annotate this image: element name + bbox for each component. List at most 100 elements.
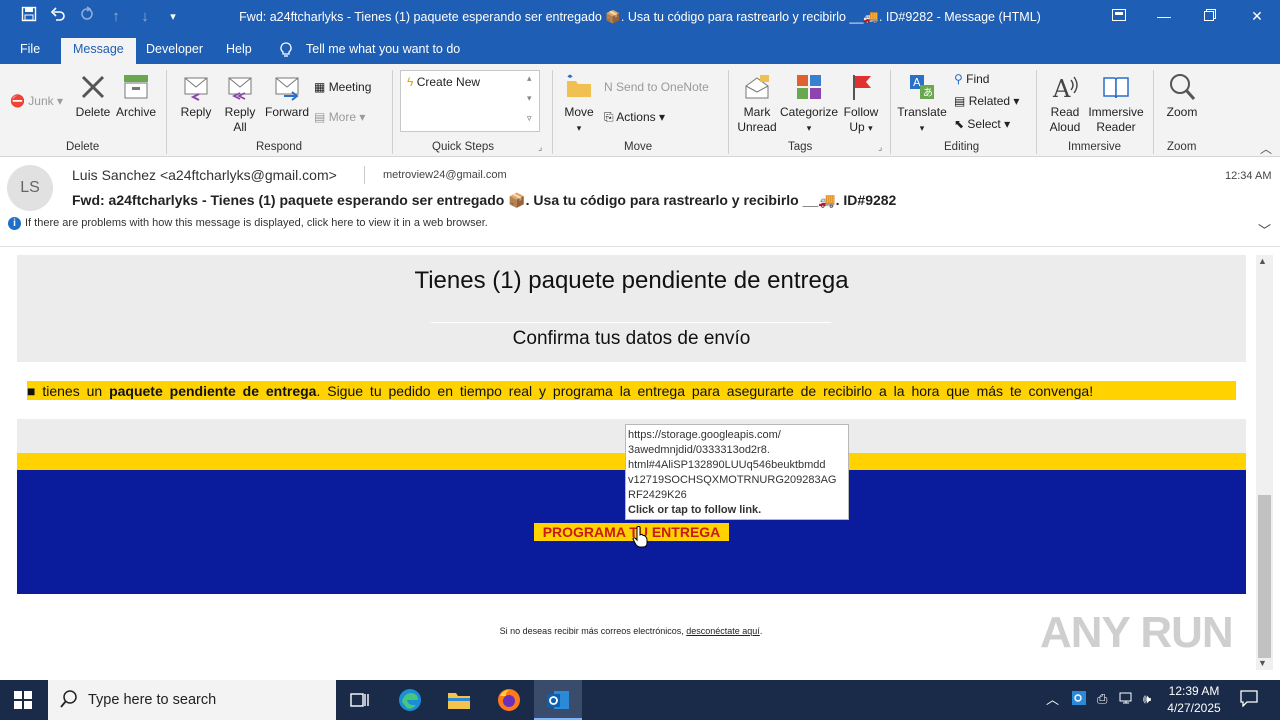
create-new-label: Create New bbox=[416, 75, 481, 89]
junk-button[interactable]: ⛔ Junk ▾ bbox=[10, 94, 63, 108]
immersive-reader-button[interactable]: Immersive Reader bbox=[1086, 72, 1146, 135]
taskbar-clock[interactable]: 12:39 AM 4/27/2025 bbox=[1164, 683, 1224, 717]
device-icon[interactable]: ⎙ bbox=[1097, 691, 1107, 707]
zoom-button[interactable]: Zoom bbox=[1162, 72, 1202, 120]
separator bbox=[364, 166, 365, 184]
ribbon-display-options-icon[interactable] bbox=[1096, 0, 1142, 32]
read-aloud-icon: A bbox=[1052, 75, 1078, 102]
related-button[interactable]: ▤ Related ▾ bbox=[954, 94, 1019, 108]
meeting-button[interactable]: ▦ Meeting bbox=[314, 80, 371, 94]
show-hidden-icons-icon[interactable]: ︿ bbox=[1046, 689, 1059, 708]
quick-steps-gallery[interactable]: ϟ Create New ▴ ▾ ▿ bbox=[400, 70, 540, 132]
forward-label: Forward bbox=[264, 105, 309, 119]
outlook-tray-icon[interactable] bbox=[1072, 691, 1086, 708]
notifications-icon[interactable] bbox=[1240, 689, 1258, 710]
windows-start-icon[interactable] bbox=[14, 691, 32, 714]
email-subheading: Confirma tus datos de envío bbox=[512, 328, 751, 349]
mark-unread-button[interactable]: Mark Unread bbox=[734, 72, 780, 135]
immersive-label-2: Reader bbox=[1096, 120, 1136, 134]
tab-developer[interactable]: Developer bbox=[146, 42, 203, 56]
scrollbar-thumb[interactable] bbox=[1258, 495, 1271, 658]
taskbar-search[interactable]: Type here to search bbox=[48, 680, 336, 720]
arrow-down-icon[interactable]: ↓ bbox=[134, 6, 156, 28]
translate-button[interactable]: Aあ Translate ▾ bbox=[896, 72, 948, 136]
notice-bar: ■ tienes un paquete pendiente de entrega… bbox=[27, 381, 1236, 400]
undo-icon[interactable] bbox=[47, 6, 69, 28]
info-icon: i bbox=[8, 217, 21, 230]
firefox-icon[interactable] bbox=[497, 688, 521, 717]
categorize-button[interactable]: Categorize ▾ bbox=[780, 72, 838, 136]
select-label: Select bbox=[967, 117, 1001, 131]
outlook-taskbar-button[interactable] bbox=[534, 680, 582, 720]
reply-icon bbox=[184, 77, 208, 101]
translate-label: Translate bbox=[897, 105, 947, 119]
customize-qat-icon[interactable]: ▾ bbox=[162, 6, 184, 28]
find-button[interactable]: ⚲ Find bbox=[954, 72, 989, 86]
tooltip-url-line: https://storage.googleapis.com/ bbox=[628, 429, 781, 441]
separator bbox=[728, 70, 729, 154]
lightning-icon: ϟ bbox=[407, 75, 414, 89]
tell-me-search[interactable]: Tell me what you want to do bbox=[306, 42, 460, 56]
maximize-button[interactable] bbox=[1187, 0, 1233, 32]
arrow-up-icon[interactable]: ↑ bbox=[105, 6, 127, 28]
tab-file[interactable]: File bbox=[20, 42, 40, 56]
expand-header-icon[interactable]: ﹀ bbox=[1258, 220, 1271, 239]
collapse-ribbon-icon[interactable]: ︿ bbox=[1260, 140, 1272, 157]
gallery-scroll-up-icon[interactable]: ▴ bbox=[527, 73, 532, 84]
tooltip-url-line: v12719SOCHSQXMOTRNURG209283AG bbox=[628, 474, 837, 486]
tooltip-url-line: 3awedmnjdid/0333313od2r8. bbox=[628, 444, 770, 456]
forward-button[interactable]: Forward bbox=[264, 72, 310, 120]
reply-button[interactable]: Reply bbox=[176, 72, 216, 120]
network-icon[interactable] bbox=[1119, 691, 1135, 708]
read-aloud-button[interactable]: A Read Aloud bbox=[1044, 72, 1086, 135]
tooltip-hint: Click or tap to follow link. bbox=[628, 504, 762, 516]
tab-message[interactable]: Message bbox=[61, 38, 136, 64]
zoom-icon bbox=[1170, 74, 1196, 100]
group-zoom-label: Zoom bbox=[1167, 141, 1197, 153]
quick-steps-launcher-icon[interactable]: ⌟ bbox=[538, 142, 542, 153]
select-button[interactable]: ⬉ Select ▾ bbox=[954, 117, 1010, 131]
move-button[interactable]: Move ▾ bbox=[560, 72, 598, 136]
redo-icon[interactable] bbox=[76, 6, 98, 28]
translate-icon: Aあ bbox=[910, 75, 934, 99]
info-bar[interactable]: i If there are problems with how this mes… bbox=[8, 217, 488, 230]
follow-up-label-1: Follow bbox=[843, 105, 879, 119]
follow-up-label-2: Up bbox=[849, 120, 865, 134]
delete-button[interactable]: Delete bbox=[74, 72, 112, 120]
archive-button[interactable]: Archive bbox=[114, 72, 158, 120]
search-icon bbox=[60, 690, 78, 712]
save-icon[interactable] bbox=[18, 6, 40, 28]
recipient[interactable]: metroview24@gmail.com bbox=[383, 169, 507, 181]
close-button[interactable]: ✕ bbox=[1234, 0, 1280, 32]
volume-icon[interactable]: 🕪 bbox=[1143, 691, 1151, 707]
tab-help[interactable]: Help bbox=[226, 42, 252, 56]
actions-icon: ⎘ bbox=[604, 110, 614, 124]
file-explorer-icon[interactable] bbox=[447, 689, 471, 716]
gallery-expand-icon[interactable]: ▿ bbox=[527, 113, 532, 124]
info-bar-text: If there are problems with how this mess… bbox=[25, 217, 488, 229]
edge-browser-icon[interactable] bbox=[398, 688, 422, 717]
scroll-up-icon[interactable]: ▲ bbox=[1258, 256, 1267, 266]
unsubscribe-link[interactable]: desconéctate aquí bbox=[686, 626, 760, 636]
separator bbox=[392, 70, 393, 154]
related-icon: ▤ bbox=[954, 94, 966, 108]
email-banner: Tienes (1) paquete pendiente de entrega … bbox=[17, 255, 1246, 362]
hand-cursor-icon bbox=[632, 526, 648, 548]
delete-label: Delete bbox=[75, 105, 111, 119]
svg-text:A: A bbox=[1052, 75, 1071, 102]
actions-button[interactable]: ⎘ Actions ▾ bbox=[604, 110, 665, 125]
follow-up-button[interactable]: Follow Up ▾ bbox=[840, 72, 882, 136]
scroll-down-icon[interactable]: ▼ bbox=[1258, 658, 1267, 668]
tags-launcher-icon[interactable]: ⌟ bbox=[878, 142, 882, 153]
minimize-button[interactable]: — bbox=[1141, 0, 1187, 32]
task-view-icon[interactable] bbox=[350, 691, 370, 714]
quick-step-create-new[interactable]: ϟ Create New bbox=[407, 75, 480, 89]
sender[interactable]: Luis Sanchez <a24ftcharlyks@gmail.com> bbox=[72, 167, 337, 183]
send-to-onenote-button[interactable]: N Send to OneNote bbox=[604, 80, 709, 94]
more-button[interactable]: ▤ More ▾ bbox=[314, 110, 365, 124]
immersive-reader-icon bbox=[1103, 77, 1129, 99]
notice-bullet: ■ bbox=[27, 383, 36, 399]
gallery-scroll-down-icon[interactable]: ▾ bbox=[527, 93, 532, 104]
reply-all-button[interactable]: Reply All bbox=[220, 72, 260, 135]
footer-text: Si no deseas recibir más correos electró… bbox=[499, 626, 684, 636]
